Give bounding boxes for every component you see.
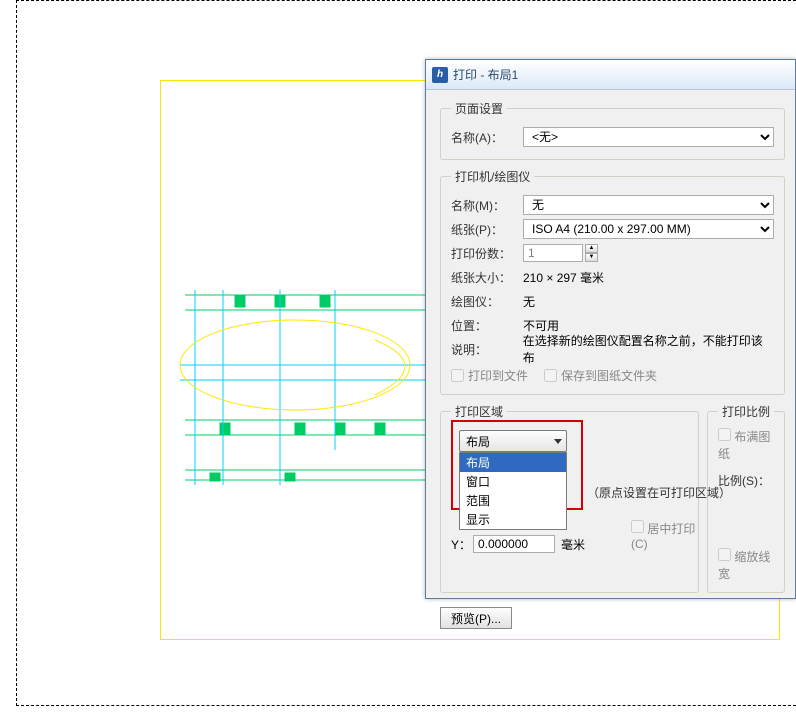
copies-spinner[interactable]: ▲ ▼ xyxy=(585,244,598,262)
y-label: Y： xyxy=(451,536,473,553)
unit-y: 毫米 xyxy=(561,536,585,553)
dialog-titlebar[interactable]: h 打印 - 布局1 xyxy=(426,60,795,90)
print-dialog: h 打印 - 布局1 页面设置 名称(A)： <无> 打印机/绘图仪 名称(M)… xyxy=(425,59,796,599)
paper-label: 纸张(P)： xyxy=(451,221,523,238)
fit-paper-label[interactable]: 布满图纸 xyxy=(718,428,774,462)
option-layout[interactable]: 布局 xyxy=(460,453,566,472)
save-to-folder-checkbox[interactable] xyxy=(544,369,557,382)
chevron-down-icon xyxy=(554,439,562,444)
paper-select[interactable]: ISO A4 (210.00 x 297.00 MM) xyxy=(523,219,774,239)
printer-name-label: 名称(M)： xyxy=(451,197,523,214)
scale-legend: 打印比例 xyxy=(718,403,774,420)
plotter-label: 绘图仪： xyxy=(451,293,523,310)
copies-down[interactable]: ▼ xyxy=(585,253,598,262)
printer-legend: 打印机/绘图仪 xyxy=(451,168,534,185)
scale-lineweight-label[interactable]: 缩放线宽 xyxy=(718,548,774,582)
location-value: 不可用 xyxy=(523,317,559,334)
print-range-selected: 布局 xyxy=(466,433,490,450)
printer-name-select[interactable]: 无 xyxy=(523,195,774,215)
dialog-title: 打印 - 布局1 xyxy=(453,66,518,83)
app-icon: h xyxy=(432,67,448,83)
print-area-legend: 打印区域 xyxy=(451,403,507,420)
center-print-checkbox[interactable] xyxy=(631,520,644,533)
center-print-label[interactable]: 居中打印(C) xyxy=(631,520,698,551)
page-name-select[interactable]: <无> xyxy=(523,127,774,147)
print-area-group: 打印区域 打印范围(W)： 布局 布局 窗口 范围 显示 xyxy=(440,403,699,593)
print-range-dropdown[interactable]: 布局 xyxy=(459,430,567,452)
page-setup-group: 页面设置 名称(A)： <无> xyxy=(440,100,785,160)
fit-paper-checkbox[interactable] xyxy=(718,428,731,441)
copies-label: 打印份数： xyxy=(451,245,523,262)
plotter-value: 无 xyxy=(523,293,535,310)
option-window[interactable]: 窗口 xyxy=(460,472,566,491)
location-label: 位置： xyxy=(451,317,523,334)
desc-value: 在选择新的绘图仪配置名称之前，不能打印该布 xyxy=(523,332,774,366)
dropdown-highlight: 布局 布局 窗口 范围 显示 xyxy=(451,420,583,510)
desc-label: 说明： xyxy=(451,341,523,358)
y-input[interactable] xyxy=(473,535,555,553)
copies-input[interactable] xyxy=(523,244,583,262)
print-range-list[interactable]: 布局 窗口 范围 显示 xyxy=(459,452,567,530)
offset-note: （原点设置在可打印区域） xyxy=(587,484,731,501)
option-display[interactable]: 显示 xyxy=(460,510,566,529)
printer-group: 打印机/绘图仪 名称(M)： 无 纸张(P)： ISO A4 (210.00 x… xyxy=(440,168,785,395)
print-to-file-label[interactable]: 打印到文件 xyxy=(451,367,528,384)
preview-button[interactable]: 预览(P)... xyxy=(440,607,512,629)
paper-size-value: 210 × 297 毫米 xyxy=(523,269,604,286)
page-setup-legend: 页面设置 xyxy=(451,100,507,117)
copies-up[interactable]: ▲ xyxy=(585,244,598,253)
save-to-folder-label[interactable]: 保存到图纸文件夹 xyxy=(544,367,657,384)
print-to-file-checkbox[interactable] xyxy=(451,369,464,382)
option-extents[interactable]: 范围 xyxy=(460,491,566,510)
page-name-label: 名称(A)： xyxy=(451,129,523,146)
scale-lineweight-checkbox[interactable] xyxy=(718,548,731,561)
paper-size-label: 纸张大小： xyxy=(451,269,523,286)
